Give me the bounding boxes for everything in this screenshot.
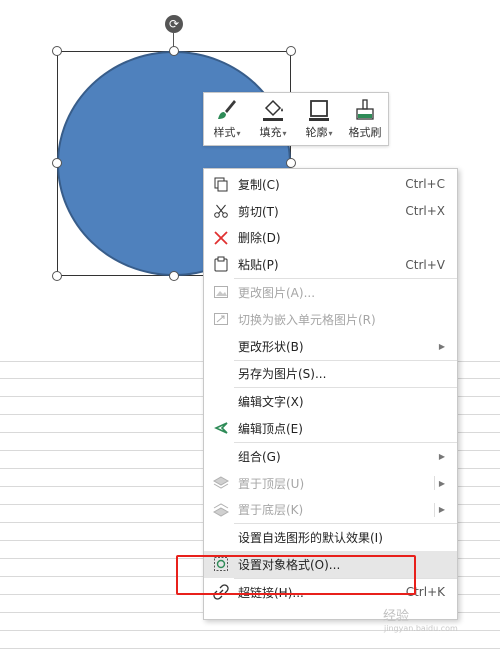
menu-item-delete[interactable]: 删除(D) — [204, 225, 457, 252]
split-divider — [434, 475, 435, 490]
menu-label-embed-cell-picture: 切换为嵌入单元格图片(R) — [238, 312, 376, 327]
paint-bucket-icon — [263, 99, 283, 121]
layers-front-icon — [213, 476, 229, 489]
menu-label-edit-text: 编辑文字(X) — [238, 395, 304, 410]
style-label: 样式 — [213, 126, 236, 139]
menu-item-group[interactable]: 组合(G) ▶ — [204, 443, 457, 470]
menu-label-cut: 剪切(T) — [238, 204, 279, 219]
resize-handle-top[interactable] — [169, 46, 179, 56]
submenu-arrow-icon: ▶ — [438, 478, 445, 488]
outline-label: 轮廓 — [305, 126, 328, 139]
shortcut-cut: Ctrl+X — [405, 204, 445, 219]
rotate-handle-icon[interactable]: ⟳ — [165, 15, 183, 33]
style-button[interactable]: 样式▾ — [204, 93, 250, 145]
submenu-arrow-icon: ▶ — [438, 451, 445, 461]
menu-label-copy: 复制(C) — [238, 177, 280, 192]
highlight-annotation-frame — [176, 555, 416, 595]
menu-item-bring-to-front[interactable]: 置于顶层(U) ▶ — [204, 470, 457, 497]
resize-handle-top-right[interactable] — [286, 46, 296, 56]
menu-item-change-picture[interactable]: 更改图片(A)... — [204, 279, 457, 306]
menu-label-paste: 粘贴(P) — [238, 258, 279, 273]
resize-handle-right[interactable] — [286, 158, 296, 168]
submenu-arrow-icon: ▶ — [438, 505, 445, 515]
menu-item-embed-cell-picture[interactable]: 切换为嵌入单元格图片(R) — [204, 306, 457, 333]
copy-icon — [214, 177, 228, 192]
resize-handle-bottom[interactable] — [169, 271, 179, 281]
format-painter-label: 格式刷 — [348, 126, 382, 139]
format-painter-icon — [356, 99, 374, 120]
embed-picture-icon — [214, 312, 228, 325]
clipboard-icon — [214, 256, 228, 272]
menu-label-edit-points: 编辑顶点(E) — [238, 422, 303, 437]
submenu-arrow-icon: ▶ — [438, 341, 445, 351]
menu-label-send-to-back: 置于底层(K) — [238, 503, 304, 518]
menu-label-delete: 删除(D) — [238, 231, 281, 246]
outline-icon — [309, 100, 329, 121]
menu-item-change-shape[interactable]: 更改形状(B) ▶ — [204, 333, 457, 360]
brush-icon — [218, 100, 236, 119]
scissors-icon — [214, 204, 228, 218]
menu-item-paste[interactable]: 粘贴(P) Ctrl+V — [204, 251, 457, 278]
format-painter-button[interactable]: 格式刷 — [342, 93, 388, 145]
layers-back-icon — [213, 502, 229, 517]
menu-item-cut[interactable]: 剪切(T) Ctrl+X — [204, 198, 457, 225]
split-divider — [434, 502, 435, 517]
menu-item-send-to-back[interactable]: 置于底层(K) ▶ — [204, 497, 457, 524]
menu-label-bring-to-front: 置于顶层(U) — [238, 476, 305, 491]
menu-item-edit-points[interactable]: 编辑顶点(E) — [204, 415, 457, 442]
edit-points-icon — [214, 422, 228, 434]
fill-button[interactable]: 填充▾ — [250, 93, 296, 145]
resize-handle-top-left[interactable] — [52, 46, 62, 56]
watermark: 经验 — [383, 609, 410, 624]
menu-item-save-as-picture[interactable]: 另存为图片(S)... — [204, 361, 457, 388]
menu-label-group: 组合(G) — [238, 449, 281, 464]
menu-label-change-picture: 更改图片(A)... — [238, 286, 316, 301]
watermark-url: jingyan.baidu.com — [384, 624, 458, 633]
resize-handle-bottom-left[interactable] — [52, 271, 62, 281]
menu-item-copy[interactable]: 复制(C) Ctrl+C — [204, 171, 457, 198]
shortcut-copy: Ctrl+C — [405, 177, 445, 192]
picture-icon — [214, 286, 228, 299]
menu-item-set-default-effect[interactable]: 设置自选图形的默认效果(I) — [204, 524, 457, 551]
menu-item-edit-text[interactable]: 编辑文字(X) — [204, 388, 457, 415]
menu-label-save-as-picture: 另存为图片(S)... — [238, 367, 327, 382]
fill-label: 填充 — [259, 126, 282, 139]
context-menu: 复制(C) Ctrl+C 剪切(T) Ctrl+X 删除(D) 粘贴(P) Ct… — [203, 168, 458, 620]
resize-handle-left[interactable] — [52, 158, 62, 168]
menu-label-set-default-effect: 设置自选图形的默认效果(I) — [238, 531, 383, 546]
menu-label-change-shape: 更改形状(B) — [238, 339, 304, 354]
delete-x-icon — [214, 230, 228, 245]
outline-button[interactable]: 轮廓▾ — [296, 93, 342, 145]
mini-toolbar: 样式▾ 填充▾ 轮廓▾ 格式刷 — [203, 92, 389, 146]
shortcut-paste: Ctrl+V — [405, 257, 445, 272]
